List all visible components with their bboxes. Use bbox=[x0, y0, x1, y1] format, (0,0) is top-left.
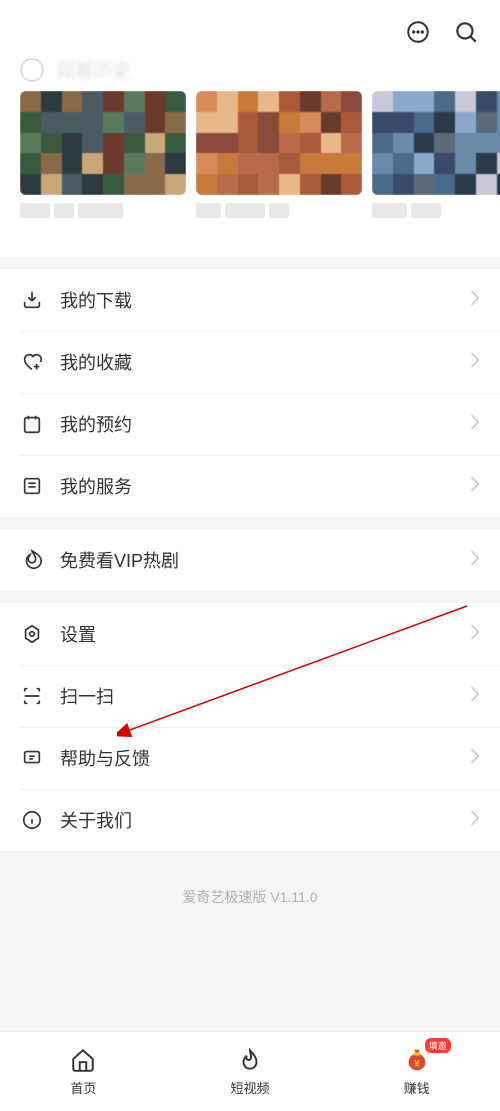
history-item[interactable] bbox=[196, 91, 362, 237]
chevron-right-icon bbox=[470, 810, 480, 831]
chevron-right-icon bbox=[470, 290, 480, 311]
free-vip-row[interactable]: 免费看VIP热剧 bbox=[0, 529, 500, 591]
nav-home[interactable]: 首页 bbox=[0, 1032, 167, 1111]
search-icon[interactable] bbox=[452, 18, 480, 46]
chevron-right-icon bbox=[470, 414, 480, 435]
row-label: 关于我们 bbox=[60, 807, 470, 833]
nav-label: 首页 bbox=[70, 1078, 96, 1097]
money-bag-icon: ¥ 填邀 bbox=[403, 1046, 431, 1074]
feedback-icon bbox=[20, 746, 44, 770]
download-icon bbox=[20, 288, 44, 312]
chevron-right-icon bbox=[470, 476, 480, 497]
chevron-right-icon bbox=[470, 550, 480, 571]
chevron-right-icon bbox=[470, 748, 480, 769]
truncated-title-text: 观看历史 bbox=[56, 56, 132, 83]
home-icon bbox=[69, 1046, 97, 1074]
history-thumbnails bbox=[0, 91, 500, 257]
gear-icon bbox=[20, 622, 44, 646]
my-reservations-row[interactable]: 我的预约 bbox=[0, 393, 500, 455]
info-icon bbox=[20, 808, 44, 832]
fire-drop-icon bbox=[236, 1046, 264, 1074]
chevron-right-icon bbox=[470, 624, 480, 645]
scan-icon bbox=[20, 684, 44, 708]
row-label: 我的预约 bbox=[60, 411, 470, 437]
bottom-nav: 首页 短视频 ¥ 填邀 赚钱 bbox=[0, 1031, 500, 1111]
nav-label: 短视频 bbox=[231, 1078, 270, 1097]
earn-badge: 填邀 bbox=[425, 1038, 451, 1053]
about-us-row[interactable]: 关于我们 bbox=[0, 789, 500, 851]
list-icon bbox=[20, 474, 44, 498]
version-text: 爱奇艺极速版 V1.11.0 bbox=[0, 851, 500, 957]
row-label: 扫一扫 bbox=[60, 683, 470, 709]
history-item[interactable] bbox=[372, 91, 500, 237]
row-label: 帮助与反馈 bbox=[60, 745, 470, 771]
row-label: 我的服务 bbox=[60, 473, 470, 499]
menu-group-system: 设置 扫一扫 帮助与反馈 关于我们 bbox=[0, 603, 500, 851]
nav-earn-money[interactable]: ¥ 填邀 赚钱 bbox=[333, 1032, 500, 1111]
calendar-icon bbox=[20, 412, 44, 436]
my-favorites-row[interactable]: 我的收藏 bbox=[0, 331, 500, 393]
scan-row[interactable]: 扫一扫 bbox=[0, 665, 500, 727]
chevron-right-icon bbox=[470, 352, 480, 373]
help-feedback-row[interactable]: 帮助与反馈 bbox=[0, 727, 500, 789]
menu-group-vip: 免费看VIP热剧 bbox=[0, 529, 500, 591]
header bbox=[0, 0, 500, 56]
section-title-truncated: 观看历史 bbox=[0, 56, 500, 91]
row-label: 设置 bbox=[60, 621, 470, 647]
my-services-row[interactable]: 我的服务 bbox=[0, 455, 500, 517]
settings-row[interactable]: 设置 bbox=[0, 603, 500, 665]
menu-group-personal: 我的下载 我的收藏 我的预约 我的服务 bbox=[0, 269, 500, 517]
nav-short-video[interactable]: 短视频 bbox=[167, 1032, 334, 1111]
chat-icon[interactable] bbox=[404, 18, 432, 46]
history-item[interactable] bbox=[20, 91, 186, 237]
my-downloads-row[interactable]: 我的下载 bbox=[0, 269, 500, 331]
chevron-right-icon bbox=[470, 686, 480, 707]
fire-icon bbox=[20, 548, 44, 572]
heart-plus-icon bbox=[20, 350, 44, 374]
nav-label: 赚钱 bbox=[404, 1078, 430, 1097]
row-label: 我的收藏 bbox=[60, 349, 470, 375]
svg-text:¥: ¥ bbox=[414, 1059, 420, 1069]
row-label: 免费看VIP热剧 bbox=[60, 547, 470, 573]
history-icon bbox=[20, 58, 44, 82]
content: 观看历史 我的下载 bbox=[0, 56, 500, 957]
row-label: 我的下载 bbox=[60, 287, 470, 313]
